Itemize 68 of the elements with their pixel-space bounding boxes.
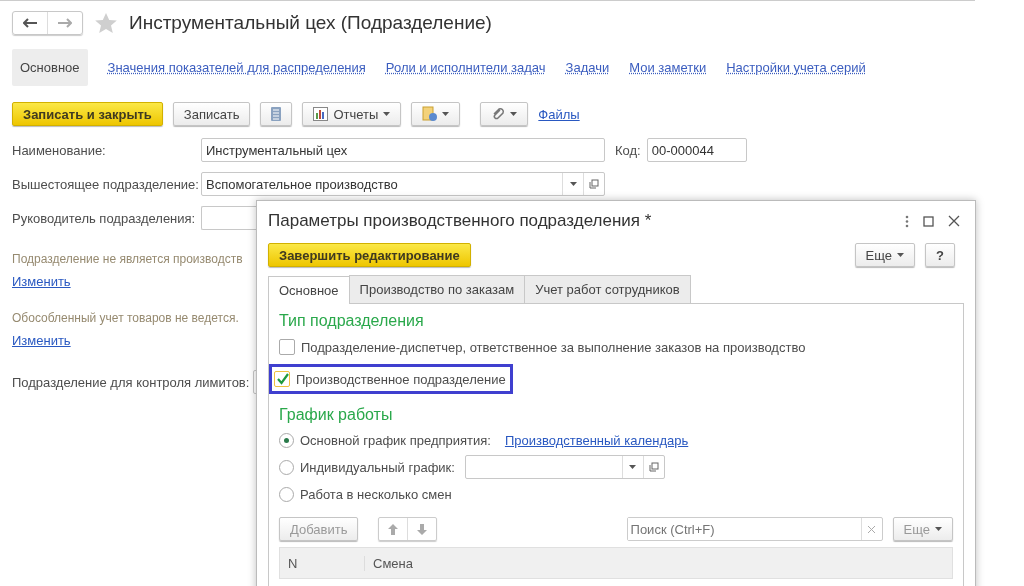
caret-icon xyxy=(442,112,450,116)
report-icon xyxy=(313,107,329,121)
radio-label: Индивидуальный график: xyxy=(300,459,455,475)
dialog-tab[interactable]: Учет работ сотрудников xyxy=(524,275,691,303)
save-button[interactable]: Записать xyxy=(172,102,251,126)
field-label: Код: xyxy=(615,142,641,158)
star-icon[interactable] xyxy=(95,12,117,34)
more-icon[interactable] xyxy=(905,214,909,228)
field-label: Подразделение для контроля лимитов: xyxy=(12,374,250,390)
section-tab[interactable]: Роли и исполнители задач xyxy=(385,49,546,86)
paperclip-icon xyxy=(491,107,506,121)
maximize-icon[interactable] xyxy=(923,215,934,227)
calendar-link[interactable]: Производственный календарь xyxy=(504,432,689,448)
checkbox-label: Подразделение-диспетчер, ответственное за выполнение заказов на производство xyxy=(301,339,806,355)
caret-icon xyxy=(629,465,637,469)
parent-select[interactable]: Вспомогательное производство xyxy=(201,172,605,196)
dialog-title: Параметры производственного подразделения * xyxy=(268,211,652,231)
section-tab[interactable]: Основное xyxy=(12,49,88,86)
dialog-tab[interactable]: Основное xyxy=(268,276,350,304)
back-icon[interactable] xyxy=(23,18,37,28)
section-heading: График работы xyxy=(279,406,394,424)
head-field[interactable] xyxy=(201,206,256,230)
change-link[interactable]: Изменить xyxy=(12,274,71,289)
save-close-button[interactable]: Записать и закрыть xyxy=(12,102,163,126)
section-tab[interactable]: Задачи xyxy=(565,49,610,86)
name-field[interactable]: Инструментальный цех xyxy=(201,138,605,162)
field-label: Руководитель подразделения: xyxy=(12,210,197,226)
caret-icon xyxy=(569,182,577,186)
attach-button[interactable] xyxy=(480,102,529,126)
checkbox[interactable] xyxy=(279,339,295,355)
finish-editing-button[interactable]: Завершить редактирование xyxy=(268,243,471,267)
caret-icon xyxy=(383,112,391,116)
column-header: N xyxy=(280,555,365,571)
search-box[interactable]: Поиск (Ctrl+F) xyxy=(626,517,883,541)
caret-icon xyxy=(510,112,518,116)
reports-button[interactable]: Отчеты xyxy=(302,102,402,126)
close-icon[interactable] xyxy=(948,215,960,227)
window-title: Инструментальный цех (Подразделение) xyxy=(129,12,492,34)
print-button[interactable] xyxy=(411,102,461,126)
field-label: Наименование: xyxy=(12,142,107,158)
more-button[interactable]: Еще xyxy=(854,243,916,267)
forward-icon[interactable] xyxy=(58,18,72,28)
checkbox[interactable] xyxy=(274,371,290,387)
code-field[interactable]: 00-000044 xyxy=(646,138,747,162)
open-icon[interactable] xyxy=(589,179,599,189)
clear-icon[interactable] xyxy=(868,525,876,533)
column-header: Смена xyxy=(372,555,414,571)
dialog-tab[interactable]: Производство по заказам xyxy=(348,275,526,303)
section-tab[interactable]: Мои заметки xyxy=(629,49,707,86)
change-link[interactable]: Изменить xyxy=(12,333,71,348)
files-link[interactable]: Файлы xyxy=(538,106,580,122)
section-tab[interactable]: Настройки учета серий xyxy=(726,49,866,86)
help-button[interactable]: ? xyxy=(925,243,955,267)
field-label: Вышестоящее подразделение: xyxy=(12,176,200,192)
radio-label: Работа в несколько смен xyxy=(300,486,452,502)
status-note: Подразделение не является производств xyxy=(12,252,243,266)
caret-icon xyxy=(935,527,942,531)
document-icon xyxy=(422,106,438,122)
schedule-select[interactable] xyxy=(464,455,665,479)
list-icon xyxy=(271,107,282,121)
section-tab[interactable]: Значения показателей для распределения xyxy=(107,49,366,86)
caret-icon xyxy=(897,253,905,257)
section-heading: Тип подразделения xyxy=(279,312,425,330)
open-icon[interactable] xyxy=(648,462,659,472)
checkbox-label: Производственное подразделение xyxy=(296,371,506,387)
radio-label: Основной график предприятия: xyxy=(300,432,491,448)
list-button[interactable] xyxy=(260,102,293,126)
status-note: Обособленный учет товаров не ведется. xyxy=(12,311,239,325)
